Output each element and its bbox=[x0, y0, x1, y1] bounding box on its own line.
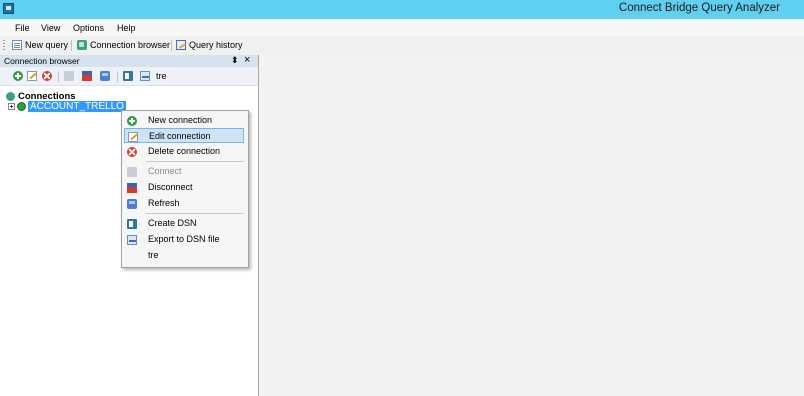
menu-item-label: Export to DSN file bbox=[148, 234, 220, 244]
connect-icon bbox=[127, 167, 137, 177]
new-query-icon bbox=[12, 40, 22, 50]
toolbar-separator bbox=[58, 71, 59, 82]
menu-separator bbox=[146, 161, 244, 162]
menu-file[interactable]: File bbox=[15, 23, 30, 33]
create-dsn-icon[interactable] bbox=[123, 71, 133, 81]
menu-item-export-dsn[interactable]: Export to DSN file bbox=[124, 232, 244, 247]
toolbar-separator bbox=[117, 71, 118, 82]
menu-item-label: Delete connection bbox=[148, 146, 221, 156]
edit-connection-icon[interactable] bbox=[27, 71, 37, 81]
menu-item-tre[interactable]: tre bbox=[124, 248, 244, 263]
menu-item-delete-connection[interactable]: Delete connection bbox=[124, 144, 244, 159]
menu-bar: File View Options Help bbox=[0, 19, 804, 36]
menu-help[interactable]: Help bbox=[117, 23, 136, 33]
menu-item-create-dsn[interactable]: Create DSN bbox=[124, 216, 244, 231]
menu-options[interactable]: Options bbox=[73, 23, 104, 33]
refresh-icon[interactable] bbox=[100, 71, 110, 81]
new-connection-icon[interactable] bbox=[13, 71, 23, 81]
toolbar-separator bbox=[171, 40, 172, 51]
pin-icon[interactable]: ⬍ bbox=[231, 55, 239, 66]
tree-item-account-trello[interactable]: ACCOUNT_TRELLO bbox=[8, 101, 126, 112]
menu-item-edit-connection[interactable]: Edit connection bbox=[124, 128, 244, 143]
delete-connection-icon[interactable] bbox=[42, 71, 52, 81]
menu-item-label: Edit connection bbox=[149, 131, 211, 141]
panel-header: Connection browser ⬍ × bbox=[0, 54, 258, 67]
panel-title: Connection browser bbox=[4, 56, 80, 66]
query-history-label: Query history bbox=[189, 40, 243, 50]
connections-root-icon bbox=[6, 92, 15, 101]
create-dsn-icon bbox=[127, 219, 137, 229]
connection-browser-button[interactable]: Connection browser bbox=[77, 40, 170, 50]
connection-node-icon bbox=[17, 102, 26, 111]
menu-item-label: Refresh bbox=[148, 198, 180, 208]
query-workspace bbox=[259, 55, 804, 396]
main-toolbar: New query Connection browser Query histo… bbox=[0, 36, 804, 55]
menu-item-label: Connect bbox=[148, 166, 182, 176]
toolbar-separator bbox=[71, 40, 72, 51]
new-query-label: New query bbox=[25, 40, 69, 50]
menu-item-connect: Connect bbox=[124, 164, 244, 179]
delete-icon bbox=[127, 147, 137, 157]
window-title: Connect Bridge Query Analyzer bbox=[618, 2, 780, 14]
title-bar: Connect Bridge Query Analyzer bbox=[0, 0, 804, 19]
query-history-icon bbox=[176, 40, 186, 50]
connect-icon[interactable] bbox=[64, 71, 74, 81]
menu-item-label: tre bbox=[148, 250, 159, 260]
refresh-icon bbox=[127, 199, 137, 209]
edit-icon bbox=[128, 132, 138, 142]
panel-toolbar-tre-button[interactable]: tre bbox=[156, 71, 167, 81]
query-history-button[interactable]: Query history bbox=[176, 40, 243, 50]
menu-item-disconnect[interactable]: Disconnect bbox=[124, 180, 244, 195]
close-icon[interactable]: × bbox=[244, 54, 250, 66]
menu-item-new-connection[interactable]: New connection bbox=[124, 113, 244, 128]
menu-separator bbox=[146, 213, 244, 214]
plus-icon bbox=[127, 116, 137, 126]
export-dsn-icon bbox=[127, 235, 137, 245]
menu-item-refresh[interactable]: Refresh bbox=[124, 196, 244, 211]
menu-item-label: Disconnect bbox=[148, 182, 193, 192]
toolbar-grip[interactable] bbox=[3, 40, 5, 52]
context-menu: New connection Edit connection Delete co… bbox=[121, 110, 249, 268]
menu-item-label: New connection bbox=[148, 115, 213, 125]
connection-browser-label: Connection browser bbox=[90, 40, 171, 50]
menu-view[interactable]: View bbox=[41, 23, 60, 33]
disconnect-icon bbox=[127, 183, 137, 193]
disconnect-icon[interactable] bbox=[82, 71, 92, 81]
panel-toolbar: tre bbox=[0, 67, 258, 86]
menu-item-label: Create DSN bbox=[148, 218, 197, 228]
tree-item-label: ACCOUNT_TRELLO bbox=[28, 101, 126, 112]
export-dsn-icon[interactable] bbox=[140, 71, 150, 81]
new-query-button[interactable]: New query bbox=[12, 40, 68, 50]
app-icon bbox=[3, 3, 14, 14]
expand-icon[interactable] bbox=[8, 103, 15, 110]
connection-browser-icon bbox=[77, 40, 87, 50]
